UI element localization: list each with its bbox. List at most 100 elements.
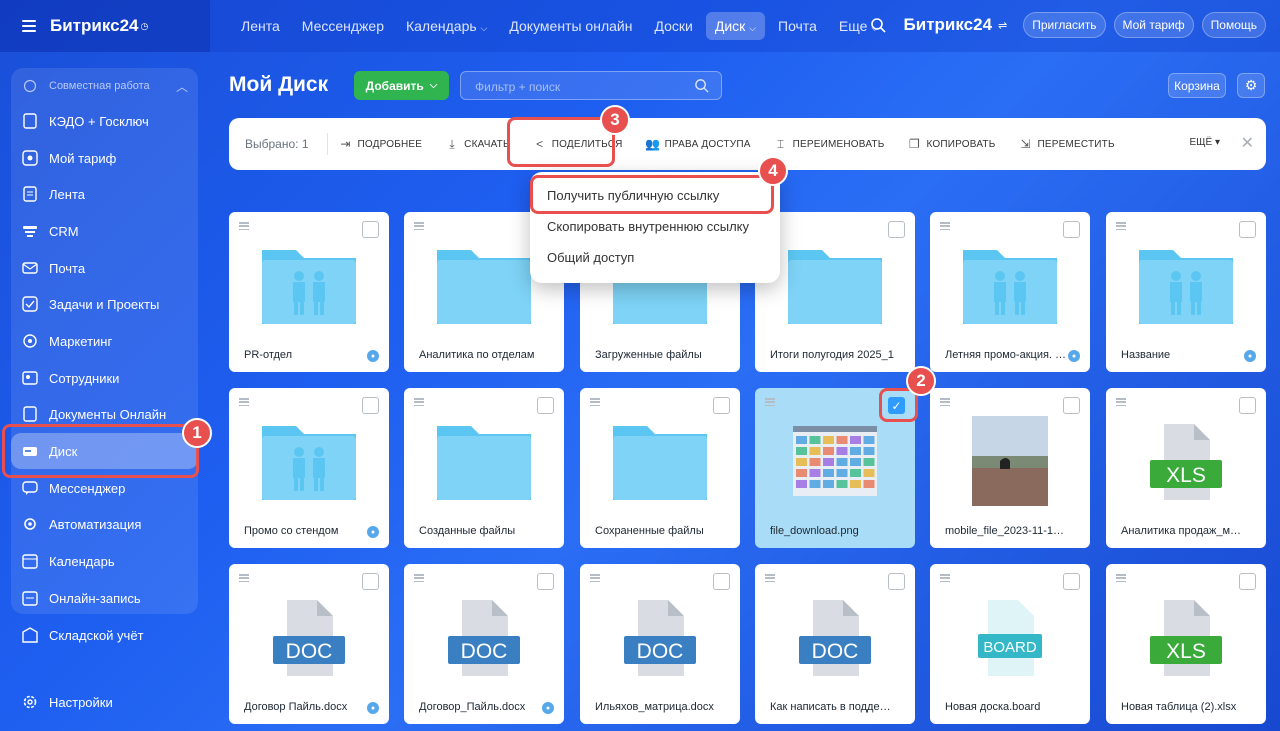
file-name: PR-отдел [244, 349, 293, 361]
file-checkbox[interactable] [1239, 397, 1256, 414]
sidebar-item-employees[interactable]: Сотрудники [11, 360, 198, 396]
sidebar-item-warehouse[interactable]: Складской учёт [11, 617, 198, 653]
sidebar-item-booking[interactable]: Онлайн-запись [11, 580, 198, 616]
file-card[interactable]: XLS Аналитика продаж_менеджеры.xlsx [1106, 388, 1266, 548]
drag-handle-icon[interactable] [590, 574, 600, 582]
more-button[interactable]: ЕЩЁ ▾ [1189, 137, 1220, 148]
copy-icon: ❐ [909, 137, 920, 151]
nav-disk[interactable]: Диск ⌵ [705, 12, 765, 40]
brand-logo[interactable]: Битрикс24 [50, 16, 138, 36]
settings-button[interactable]: ⚙ [1237, 73, 1265, 98]
file-card[interactable]: Промо со стендом ● [229, 388, 389, 548]
settings-sliders-icon[interactable]: ⇌ [998, 19, 1007, 32]
step-badge-1: 1 [182, 418, 212, 448]
sidebar-group-collab[interactable]: Совместная работа ︿ [11, 68, 198, 104]
shared-icon: ● [367, 350, 379, 362]
file-card[interactable]: DOC Договор Пайль.docx ● [229, 564, 389, 724]
file-checkbox[interactable] [713, 397, 730, 414]
file-checkbox[interactable] [362, 397, 379, 414]
warehouse-icon [21, 626, 39, 644]
file-checkbox[interactable] [537, 573, 554, 590]
sidebar-item-automation[interactable]: Автоматизация [11, 506, 198, 542]
drag-handle-icon[interactable] [239, 222, 249, 230]
file-card[interactable]: Созданные файлы [404, 388, 564, 548]
help-button[interactable]: Помощь [1201, 12, 1266, 38]
file-card[interactable]: XLS Новая таблица (2).xlsx [1106, 564, 1266, 724]
nav-mail[interactable]: Почта [769, 12, 826, 40]
file-card[interactable]: BOARD Новая доска.board [930, 564, 1090, 724]
sidebar-item-label: Лента [49, 186, 85, 202]
details-button[interactable]: ⇥ ПОДРОБНЕЕ [340, 137, 423, 151]
file-checkbox[interactable] [362, 573, 379, 590]
chevron-up-icon[interactable]: ︿ [176, 78, 188, 95]
menu-item-internal-link[interactable]: Скопировать внутреннюю ссылку [530, 211, 780, 242]
drag-handle-icon[interactable] [414, 222, 424, 230]
file-checkbox[interactable] [888, 573, 905, 590]
nav-messenger[interactable]: Мессенджер [293, 12, 393, 40]
file-card[interactable]: DOC Договор_Пайль.docx ● [404, 564, 564, 724]
sidebar-item-marketing[interactable]: Маркетинг [11, 323, 198, 359]
download-icon: ⤓ [449, 136, 455, 151]
drag-handle-icon[interactable] [239, 398, 249, 406]
sidebar-item-plan[interactable]: Мой тариф [11, 140, 198, 176]
copy-button[interactable]: ❐ КОПИРОВАТЬ [908, 137, 995, 151]
file-checkbox[interactable] [362, 221, 379, 238]
file-card[interactable]: PR-отдел ● [229, 212, 389, 372]
search-icon[interactable] [870, 17, 886, 33]
sidebar-item-crm[interactable]: CRM [11, 213, 198, 249]
file-checkbox[interactable] [713, 573, 730, 590]
sidebar-item-mail[interactable]: Почта [11, 250, 198, 286]
file-checkbox[interactable] [1239, 573, 1256, 590]
sidebar-item-calendar[interactable]: Календарь [11, 543, 198, 579]
file-checkbox[interactable] [537, 397, 554, 414]
drag-handle-icon[interactable] [1116, 574, 1126, 582]
file-checkbox[interactable] [1239, 221, 1256, 238]
menu-item-shared-access[interactable]: Общий доступ [530, 242, 780, 273]
drag-handle-icon[interactable] [940, 222, 950, 230]
drag-handle-icon[interactable] [414, 574, 424, 582]
top-right: Битрикс24 ⇌ Пригласить Мой тариф Помощь [870, 12, 1266, 38]
file-card[interactable]: Сохраненные файлы [580, 388, 740, 548]
sidebar-item-kedo[interactable]: КЭДО + Госключ [11, 103, 198, 139]
nav-feed[interactable]: Лента [232, 12, 289, 40]
drag-handle-icon[interactable] [940, 398, 950, 406]
drag-handle-icon[interactable] [1116, 222, 1126, 230]
sidebar-item-tasks[interactable]: Задачи и Проекты [11, 286, 198, 322]
access-rights-button[interactable]: 👥 ПРАВА ДОСТУПА [645, 137, 751, 151]
file-card[interactable]: Летняя промо-акция. Бренд● [930, 212, 1090, 372]
invite-button[interactable]: Пригласить [1023, 12, 1106, 38]
menu-icon[interactable] [22, 20, 36, 32]
file-card[interactable]: DOC Ильяхов_матрица.docx [580, 564, 740, 724]
drag-handle-icon[interactable] [765, 574, 775, 582]
sidebar-item-feed[interactable]: Лента [11, 176, 198, 212]
nav-calendar[interactable]: Календарь ⌵ [397, 12, 496, 40]
drag-handle-icon[interactable] [940, 574, 950, 582]
file-card[interactable]: mobile_file_2023-11-10_07-46.jpg [930, 388, 1090, 548]
file-card[interactable]: Название ● [1106, 212, 1266, 372]
file-checkbox[interactable] [1063, 573, 1080, 590]
drag-handle-icon[interactable] [765, 398, 775, 406]
drag-handle-icon[interactable] [590, 398, 600, 406]
download-button[interactable]: ⤓ СКАЧАТЬ [446, 136, 510, 151]
drag-handle-icon[interactable] [414, 398, 424, 406]
my-plan-button[interactable]: Мой тариф [1113, 12, 1194, 38]
file-checkbox[interactable] [1063, 221, 1080, 238]
drag-handle-icon[interactable] [239, 574, 249, 582]
file-checkbox[interactable] [1063, 397, 1080, 414]
trash-button[interactable]: Корзина [1168, 73, 1226, 98]
rename-button[interactable]: ⌶ ПЕРЕИМЕНОВАТЬ [775, 137, 885, 151]
nav-documents[interactable]: Документы онлайн [500, 12, 641, 40]
search-input[interactable]: Фильтр + поиск [460, 71, 722, 100]
close-icon[interactable]: ✕ [1241, 133, 1254, 153]
file-checkbox[interactable] [888, 221, 905, 238]
drag-handle-icon[interactable] [1116, 398, 1126, 406]
file-card[interactable]: DOC Как написать в поддержку.docx [755, 564, 915, 724]
brand-logo-right[interactable]: Битрикс24 [904, 15, 992, 35]
image-thumbnail [960, 411, 1060, 515]
search-icon[interactable] [694, 78, 709, 93]
add-button[interactable]: Добавить ⌵ [354, 71, 449, 100]
move-button[interactable]: ⇲ ПЕРЕМЕСТИТЬ [1019, 137, 1114, 151]
sidebar-settings[interactable]: Настройки [11, 684, 198, 720]
file-name: Созданные файлы [419, 525, 516, 537]
nav-boards[interactable]: Доски [645, 12, 701, 40]
